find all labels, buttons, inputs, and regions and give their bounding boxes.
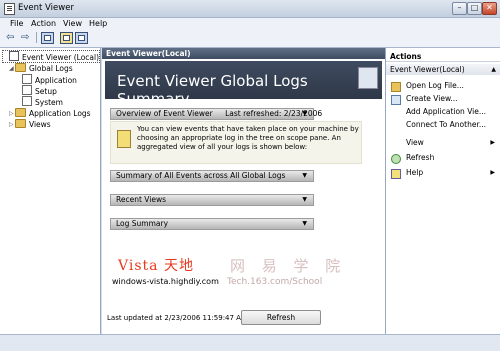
action-label: Add Application Vie... bbox=[406, 107, 487, 116]
event-viewer-icon bbox=[9, 51, 19, 61]
close-button[interactable]: ✕ bbox=[482, 2, 497, 15]
tree-item-views[interactable]: ▷ Views bbox=[9, 119, 51, 130]
overview-section-header[interactable]: Overview of Event Viewer Last refreshed:… bbox=[110, 108, 322, 120]
menu-help[interactable]: Help bbox=[89, 18, 107, 29]
tree-item-system[interactable]: System bbox=[22, 96, 63, 107]
summary-label: Summary of All Events across All Global … bbox=[116, 171, 286, 180]
maximize-button[interactable]: □ bbox=[467, 2, 482, 15]
menu-action[interactable]: Action bbox=[31, 18, 56, 29]
back-arrow-icon[interactable]: ⇦ bbox=[6, 32, 14, 43]
submenu-arrow-icon: ▶ bbox=[490, 169, 495, 176]
chevron-down-icon: ▼ bbox=[302, 110, 307, 117]
minimize-button[interactable]: – bbox=[452, 2, 467, 15]
last-updated-text: Last updated at 2/23/2006 11:59:47 AM bbox=[107, 314, 248, 322]
submenu-arrow-icon: ▶ bbox=[490, 139, 495, 146]
actions-subheader-label: Event Viewer(Local) bbox=[390, 65, 465, 74]
tree-label: Setup bbox=[35, 87, 57, 96]
vista-watermark: Vista 天地 bbox=[118, 258, 194, 274]
menu-view[interactable]: View bbox=[63, 18, 82, 29]
action-label: Open Log File... bbox=[406, 81, 464, 90]
page-title: Event Viewer Global Logs Summary bbox=[117, 72, 308, 108]
summary-banner: Event Viewer Global Logs Summary bbox=[105, 61, 382, 108]
folder-icon bbox=[15, 119, 26, 128]
tree-label: System bbox=[35, 98, 63, 107]
overview-description: You can view events that have taken plac… bbox=[137, 125, 359, 151]
show-hide-console-tree-icon[interactable] bbox=[41, 32, 54, 44]
toolbar: ⇦ ⇨ bbox=[0, 29, 500, 48]
refresh-icon bbox=[391, 154, 401, 164]
action-open-log-file[interactable]: Open Log File... bbox=[386, 80, 500, 92]
actions-pane: Actions Event Viewer(Local) ▲ Open Log F… bbox=[386, 48, 500, 334]
log-summary-section-header[interactable]: Log Summary ▼ bbox=[110, 218, 314, 230]
chevron-down-icon: ▼ bbox=[302, 196, 307, 203]
action-label: Help bbox=[406, 168, 424, 177]
action-view[interactable]: View ▶ bbox=[386, 137, 500, 149]
results-pane: Event Viewer(Local) Event Viewer Global … bbox=[102, 48, 386, 334]
actions-subheader[interactable]: Event Viewer(Local) ▲ bbox=[386, 64, 500, 75]
action-add-application-view[interactable]: Add Application Vie... bbox=[386, 106, 500, 118]
event-viewer-window: Event Viewer – □ ✕ File Action View Help… bbox=[0, 0, 500, 351]
log-icon bbox=[22, 96, 32, 106]
action-label: Create View... bbox=[406, 94, 458, 103]
tree-item-application[interactable]: Application bbox=[22, 74, 77, 85]
results-pane-header: Event Viewer(Local) bbox=[102, 48, 385, 59]
tree-item-global-logs[interactable]: ◢ Global Logs bbox=[9, 63, 73, 74]
tree-item-setup[interactable]: Setup bbox=[22, 85, 57, 96]
tree-label: Application bbox=[35, 76, 77, 85]
properties-icon[interactable] bbox=[60, 32, 73, 44]
action-label: Refresh bbox=[406, 153, 435, 162]
overview-info-box: You can view events that have taken plac… bbox=[110, 121, 362, 164]
action-label: View bbox=[406, 138, 424, 147]
folder-icon bbox=[15, 63, 26, 72]
chevron-down-icon: ▼ bbox=[302, 172, 307, 179]
log-icon bbox=[22, 85, 32, 95]
folder-icon bbox=[15, 108, 26, 117]
recent-views-section-header[interactable]: Recent Views ▼ bbox=[110, 194, 314, 206]
last-refreshed: Last refreshed: 2/23/2006 bbox=[225, 109, 323, 118]
menu-bar: File Action View Help bbox=[0, 18, 500, 29]
help-icon bbox=[391, 169, 401, 179]
window-title: Event Viewer bbox=[18, 3, 74, 13]
summary-section-header[interactable]: Summary of All Events across All Global … bbox=[110, 170, 314, 182]
title-bar[interactable]: Event Viewer – □ ✕ bbox=[0, 0, 500, 18]
event-log-document-icon bbox=[117, 130, 131, 148]
tree-item-event-viewer-local[interactable]: Event Viewer (Local) bbox=[1, 50, 101, 63]
action-help[interactable]: Help ▶ bbox=[386, 167, 500, 179]
log-summary-label: Log Summary bbox=[116, 219, 169, 228]
console-tree: Event Viewer (Local) ◢ Global Logs Applic… bbox=[0, 48, 101, 334]
show-hide-action-pane-icon[interactable] bbox=[75, 32, 88, 44]
create-view-icon bbox=[391, 95, 401, 105]
tree-item-application-logs[interactable]: ▷ Application Logs bbox=[9, 108, 91, 119]
tech-watermark: Tech.163.com/School bbox=[227, 277, 323, 287]
log-icon bbox=[22, 74, 32, 84]
watermark-url: windows-vista.highdiy.com bbox=[112, 277, 219, 286]
toolbar-separator bbox=[36, 32, 37, 43]
chevron-up-icon: ▲ bbox=[491, 66, 496, 73]
event-log-banner-icon bbox=[358, 67, 378, 89]
tree-label: Event Viewer (Local) bbox=[22, 53, 100, 62]
chevron-down-icon: ▼ bbox=[302, 220, 307, 227]
action-label: Connect To Another... bbox=[406, 120, 487, 129]
status-bar bbox=[0, 334, 500, 351]
recent-views-label: Recent Views bbox=[116, 195, 167, 204]
action-create-view[interactable]: Create View... bbox=[386, 93, 500, 105]
netease-watermark: 网 易 学 院 bbox=[230, 257, 347, 275]
menu-file[interactable]: File bbox=[10, 18, 23, 29]
forward-arrow-icon[interactable]: ⇨ bbox=[21, 32, 29, 43]
refresh-button[interactable]: Refresh bbox=[241, 310, 321, 325]
action-refresh[interactable]: Refresh bbox=[386, 152, 500, 164]
tree-label: Application Logs bbox=[29, 109, 91, 118]
tree-label: Global Logs bbox=[29, 64, 73, 73]
tree-label: Views bbox=[29, 120, 51, 129]
overview-label: Overview of Event Viewer bbox=[116, 109, 213, 118]
action-connect-to-another[interactable]: Connect To Another... bbox=[386, 119, 500, 131]
actions-header: Actions bbox=[386, 51, 500, 62]
open-folder-icon bbox=[391, 82, 401, 92]
event-viewer-app-icon bbox=[4, 3, 15, 15]
